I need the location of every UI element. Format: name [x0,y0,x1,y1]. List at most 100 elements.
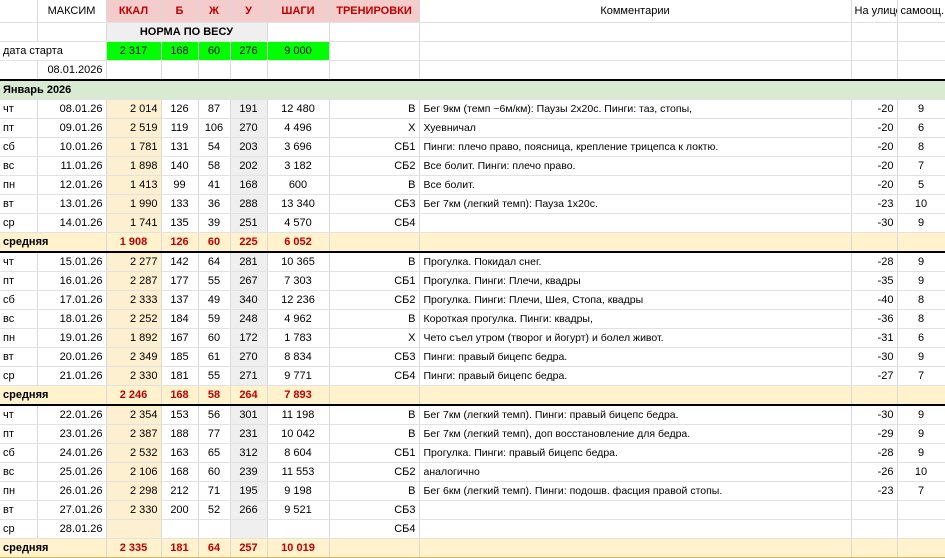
kcal-cell[interactable]: 1 898 [106,156,162,176]
steps-cell[interactable]: 10 365 [267,251,330,272]
header-training[interactable]: ТРЕНИРОВКИ [329,0,420,23]
training-cell[interactable]: СБ3 [329,194,420,214]
b-cell[interactable]: 137 [161,290,199,310]
outside-temp-cell[interactable]: -36 [851,309,898,329]
kcal-cell[interactable]: 2 532 [106,443,162,463]
avg-b[interactable]: 126 [161,232,199,253]
empty-cell[interactable] [897,232,945,253]
comment-cell[interactable]: Бег 7км (легкий темп): Пауза 1х20с. [419,194,852,214]
empty-cell[interactable] [329,232,420,253]
outside-temp-cell[interactable]: -28 [851,251,898,272]
date-cell[interactable]: 27.01.26 [37,500,107,520]
outside-temp-cell[interactable]: -23 [851,194,898,214]
u-cell[interactable]: 251 [230,213,268,233]
empty-cell[interactable] [329,538,420,558]
kcal-cell[interactable]: 2 333 [106,290,162,310]
training-cell[interactable]: СБ1 [329,271,420,291]
b-cell[interactable]: 153 [161,404,199,425]
b-cell[interactable]: 131 [161,137,199,157]
feeling-cell[interactable]: 9 [897,99,945,119]
feeling-cell[interactable]: 6 [897,328,945,348]
date-cell[interactable]: 16.01.26 [37,271,107,291]
comment-cell[interactable]: Прогулка. Пинги: Плечи, Шея, Стопа, квад… [419,290,852,310]
outside-temp-cell[interactable]: -26 [851,462,898,482]
start-label[interactable]: дата старта [0,41,107,61]
zh-cell[interactable]: 58 [198,156,231,176]
header-u[interactable]: У [230,0,268,23]
training-cell[interactable]: Х [329,118,420,138]
comment-cell[interactable]: Прогулка. Пинги: Плечи, квадры [419,271,852,291]
training-cell[interactable]: СБ4 [329,519,420,539]
kcal-cell[interactable]: 1 741 [106,213,162,233]
b-cell[interactable]: 135 [161,213,199,233]
header-name[interactable]: МАКСИМ [37,0,107,23]
b-cell[interactable]: 184 [161,309,199,329]
outside-temp-cell[interactable]: -20 [851,137,898,157]
date-cell[interactable]: 22.01.26 [37,404,107,425]
comment-cell[interactable]: Чето съел утром (творог и йогурт) и боле… [419,328,852,348]
steps-cell[interactable]: 12 236 [267,290,330,310]
outside-temp-cell[interactable]: -35 [851,271,898,291]
zh-cell[interactable]: 36 [198,194,231,214]
header-feeling[interactable]: самоощ. [897,0,945,23]
training-cell[interactable]: СБ4 [329,366,420,386]
comment-cell[interactable] [419,500,852,520]
training-cell[interactable]: СБ1 [329,443,420,463]
day-of-week[interactable]: пт [0,271,38,291]
day-of-week[interactable]: пт [0,424,38,444]
avg-steps[interactable]: 7 893 [267,385,330,406]
outside-temp-cell[interactable]: -20 [851,118,898,138]
b-cell[interactable]: 168 [161,462,199,482]
kcal-cell[interactable]: 2 277 [106,251,162,272]
outside-temp-cell[interactable]: -23 [851,481,898,501]
avg-u[interactable]: 264 [230,385,268,406]
outside-temp-cell[interactable]: -30 [851,404,898,425]
steps-cell[interactable]: 11 553 [267,462,330,482]
comment-cell[interactable]: Все болит. Пинги: плечо право. [419,156,852,176]
date-cell[interactable]: 13.01.26 [37,194,107,214]
feeling-cell[interactable]: 8 [897,309,945,329]
kcal-cell[interactable]: 2 298 [106,481,162,501]
date-cell[interactable]: 15.01.26 [37,251,107,272]
comment-cell[interactable]: Короткая прогулка. Пинги: квадры, [419,309,852,329]
date-cell[interactable]: 09.01.26 [37,118,107,138]
feeling-cell[interactable]: 7 [897,366,945,386]
steps-cell[interactable]: 7 303 [267,271,330,291]
comment-cell[interactable]: Бег 7км (легкий темп). Пинги: правый биц… [419,404,852,425]
b-cell[interactable]: 212 [161,481,199,501]
kcal-cell[interactable]: 2 519 [106,118,162,138]
day-of-week[interactable]: пн [0,481,38,501]
outside-temp-cell[interactable]: -27 [851,366,898,386]
u-cell[interactable]: 271 [230,366,268,386]
u-cell[interactable]: 312 [230,443,268,463]
b-cell[interactable]: 200 [161,500,199,520]
u-cell[interactable]: 248 [230,309,268,329]
comment-cell[interactable]: Пинги: правый бицепс бедра. [419,366,852,386]
outside-temp-cell[interactable]: -29 [851,424,898,444]
outside-temp-cell[interactable]: -30 [851,213,898,233]
feeling-cell[interactable]: 9 [897,251,945,272]
average-label[interactable]: средняя [0,538,107,558]
outside-temp-cell[interactable] [851,500,898,520]
date-cell[interactable]: 11.01.26 [37,156,107,176]
u-cell[interactable]: 288 [230,194,268,214]
training-cell[interactable]: СБ3 [329,500,420,520]
kcal-cell[interactable]: 2 349 [106,347,162,367]
day-of-week[interactable]: ср [0,213,38,233]
comment-cell[interactable]: Хуевничал [419,118,852,138]
avg-b[interactable]: 168 [161,385,199,406]
date-cell[interactable]: 25.01.26 [37,462,107,482]
b-cell[interactable]: 167 [161,328,199,348]
outside-temp-cell[interactable]: -40 [851,290,898,310]
day-of-week[interactable]: чт [0,404,38,425]
norm-kcal[interactable]: 2 317 [106,41,162,61]
u-cell[interactable]: 267 [230,271,268,291]
b-cell[interactable]: 181 [161,366,199,386]
steps-cell[interactable]: 3 182 [267,156,330,176]
kcal-cell[interactable]: 2 014 [106,99,162,119]
date-cell[interactable]: 17.01.26 [37,290,107,310]
zh-cell[interactable]: 77 [198,424,231,444]
training-cell[interactable]: В [329,99,420,119]
header-comments[interactable]: Комментарии [419,0,852,23]
date-cell[interactable]: 23.01.26 [37,424,107,444]
